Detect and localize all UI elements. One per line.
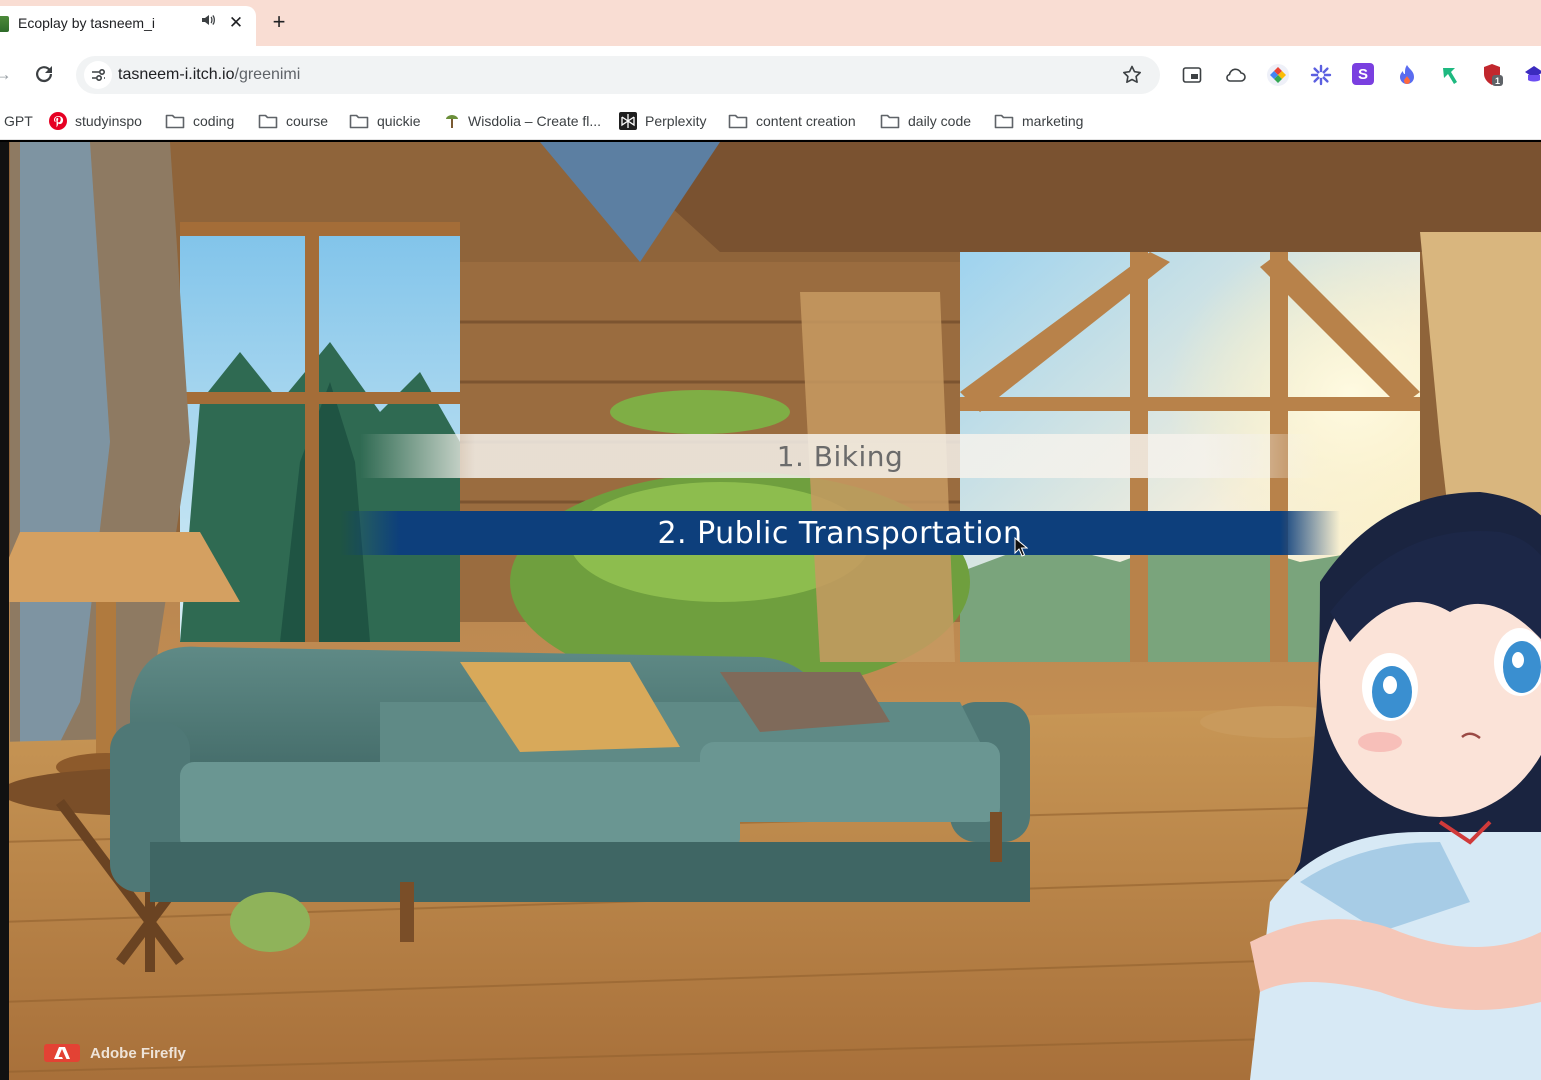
bookmark-label: GPT	[4, 113, 33, 129]
bookmark-gpt[interactable]: GPT	[4, 110, 33, 132]
folder-icon	[165, 113, 185, 129]
folder-icon	[258, 113, 278, 129]
tab-strip: Ecoplay by tasneem_i ✕ +	[0, 0, 1541, 46]
folder-icon	[880, 113, 900, 129]
bookmark-label: content creation	[756, 113, 856, 129]
reload-icon[interactable]	[32, 62, 56, 86]
s-extension-icon[interactable]: S	[1352, 63, 1374, 85]
game-canvas[interactable]: 1. Biking 2. Public Transportation Adobe…	[0, 142, 1541, 1080]
bookmark-label: daily code	[908, 113, 972, 129]
bookmark-label: coding	[193, 113, 235, 129]
bookmark-label: quickie	[377, 113, 421, 129]
bookmark-label: course	[286, 113, 329, 129]
site-info-icon[interactable]	[84, 61, 112, 89]
url-host: tasneem-i.itch.io	[118, 66, 235, 83]
bookmark-daily-code[interactable]: daily code	[880, 110, 971, 132]
bookmark-content-creation[interactable]: content creation	[728, 110, 856, 132]
bookmark-course[interactable]: course	[258, 110, 328, 132]
flame-extension-icon[interactable]	[1395, 63, 1419, 87]
speaker-icon[interactable]	[197, 12, 219, 34]
forward-arrow-icon[interactable]: →	[0, 64, 12, 84]
bookmark-label: Perplexity	[645, 113, 707, 129]
tab-close-icon[interactable]: ✕	[226, 12, 246, 34]
tab-title: Ecoplay by tasneem_i	[18, 15, 155, 31]
game-background-scene	[0, 142, 1541, 1080]
bookmark-coding[interactable]: coding	[165, 110, 234, 132]
url-text[interactable]: tasneem-i.itch.io/greenimi	[118, 66, 300, 84]
bookmark-marketing[interactable]: marketing	[994, 110, 1083, 132]
bookmark-wisdolia[interactable]: Wisdolia – Create fl...	[444, 110, 601, 132]
bookmark-quickie[interactable]: quickie	[349, 110, 421, 132]
bookmarks-bar: GPT studyinspo coding course quickie Wis…	[0, 102, 1541, 140]
watermark-text: Adobe Firefly	[90, 1044, 186, 1062]
bookmark-label: studyinspo	[75, 113, 142, 129]
hat-extension-icon[interactable]	[1522, 63, 1541, 87]
gear-flower-icon[interactable]	[1309, 63, 1333, 87]
folder-icon	[349, 113, 369, 129]
left-edge	[0, 142, 9, 1080]
choice-option-public-transportation[interactable]: 2. Public Transportation	[340, 511, 1340, 555]
cloud-icon[interactable]	[1223, 63, 1247, 87]
bookmark-label: marketing	[1022, 113, 1084, 129]
tab-favicon-icon	[0, 16, 9, 32]
arrow-extension-icon[interactable]	[1438, 63, 1462, 87]
folder-icon	[994, 113, 1014, 129]
choice-option-biking[interactable]: 1. Biking	[360, 434, 1320, 478]
url-path: /greenimi	[234, 66, 301, 83]
folder-icon	[728, 113, 748, 129]
address-bar[interactable]: tasneem-i.itch.io/greenimi	[76, 56, 1160, 94]
new-tab-button[interactable]: +	[268, 11, 290, 34]
perplexity-icon	[619, 112, 637, 130]
pinterest-icon	[49, 112, 67, 130]
colorful-extension-icon[interactable]	[1266, 63, 1290, 87]
shield-extension-icon[interactable]: 1	[1481, 63, 1505, 87]
wisdolia-icon	[444, 113, 460, 129]
bookmark-star-icon[interactable]	[1120, 63, 1144, 87]
picture-in-picture-icon[interactable]	[1180, 63, 1204, 87]
bookmark-perplexity[interactable]: Perplexity	[619, 110, 706, 132]
adobe-firefly-watermark: Adobe Firefly	[44, 1044, 186, 1062]
extension-badge: 1	[1495, 76, 1500, 86]
bookmark-label: Wisdolia – Create fl...	[468, 113, 602, 129]
tab-ecoplay[interactable]: Ecoplay by tasneem_i ✕	[0, 6, 256, 46]
bookmark-studyinspo[interactable]: studyinspo	[49, 110, 142, 132]
browser-toolbar: → tasneem-i.itch.io/greenimi S 1	[0, 46, 1541, 102]
mouse-cursor-icon	[1014, 537, 1028, 557]
adobe-logo-icon	[44, 1044, 80, 1062]
